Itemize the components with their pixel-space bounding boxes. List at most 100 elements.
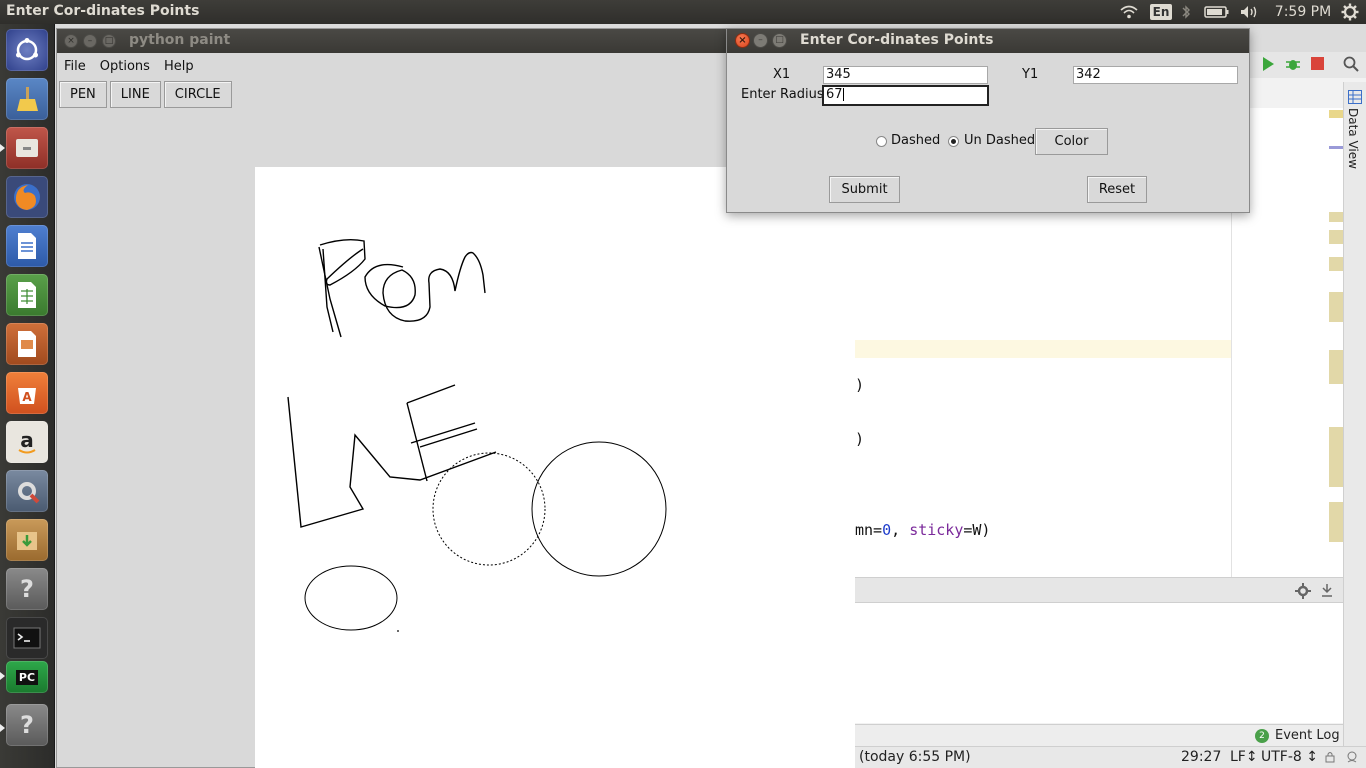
- radius-label: Enter Radius: [741, 87, 824, 102]
- line-tool-button[interactable]: LINE: [109, 81, 161, 108]
- radius-input[interactable]: 67: [822, 85, 989, 106]
- pen-tool-button[interactable]: PEN: [59, 81, 107, 108]
- error-stripe-mark[interactable]: [1329, 212, 1343, 222]
- terminal-icon[interactable]: [6, 617, 48, 659]
- firefox-icon[interactable]: [6, 176, 48, 218]
- error-stripe-mark[interactable]: [1329, 350, 1343, 384]
- error-stripe-mark[interactable]: [1329, 146, 1343, 149]
- submit-button[interactable]: Submit: [829, 176, 900, 203]
- reset-button[interactable]: Reset: [1087, 176, 1147, 203]
- error-stripe-mark[interactable]: [1329, 427, 1343, 487]
- code-fragment: ): [855, 430, 865, 448]
- pycharm-icon[interactable]: PC: [6, 661, 48, 693]
- line-stroke: [406, 384, 456, 404]
- wifi-icon[interactable]: [1118, 0, 1140, 24]
- software-center-icon[interactable]: A: [6, 372, 48, 414]
- close-window-icon[interactable]: ×: [64, 34, 78, 48]
- pen-stroke: [364, 251, 486, 322]
- error-stripe-mark[interactable]: [1329, 230, 1343, 244]
- error-stripe-mark[interactable]: [1329, 502, 1343, 542]
- minimize-window-icon[interactable]: –: [83, 34, 97, 48]
- dash-home-icon[interactable]: [6, 29, 48, 71]
- amazon-icon[interactable]: a: [6, 421, 48, 463]
- line-stroke: [406, 402, 428, 482]
- gear-icon[interactable]: [1295, 583, 1311, 599]
- dialog-titlebar: × – □ Enter Cor-dinates Points: [727, 29, 1249, 53]
- stop-icon[interactable]: [1311, 57, 1324, 70]
- svg-text:A: A: [22, 390, 32, 404]
- launcher: A a ? PC ?: [0, 24, 55, 768]
- pen-stroke: [318, 246, 342, 338]
- clock[interactable]: 7:59 PM: [1272, 0, 1334, 24]
- battery-icon[interactable]: [1202, 0, 1232, 24]
- svg-text:a: a: [20, 429, 34, 452]
- dialog-title: Enter Cor-dinates Points: [800, 32, 994, 48]
- close-dialog-icon[interactable]: ×: [735, 33, 750, 48]
- line-stroke: [287, 396, 497, 528]
- minimize-dialog-icon[interactable]: –: [753, 33, 768, 48]
- maximize-window-icon[interactable]: □: [102, 34, 116, 48]
- code-token: sticky: [909, 521, 964, 539]
- code-token: mn=: [855, 521, 883, 539]
- active-window-title: Enter Cor-dinates Points: [6, 3, 200, 19]
- volume-icon[interactable]: [1238, 0, 1262, 24]
- dot-mark: [397, 630, 399, 632]
- menu-help[interactable]: Help: [157, 59, 201, 74]
- writer-document-icon[interactable]: [6, 225, 48, 267]
- ide-status-bar: (today 6:55 PM) 29:27 LF↕ UTF-8 ↕: [855, 746, 1366, 768]
- code-token: ,: [891, 521, 910, 539]
- impress-presentation-icon[interactable]: [6, 323, 48, 365]
- text-cursor: [842, 88, 844, 101]
- error-stripe-mark[interactable]: [1329, 257, 1343, 271]
- dashed-circle: [432, 452, 546, 566]
- file-encoding[interactable]: UTF-8 ↕: [1261, 749, 1318, 765]
- y1-input[interactable]: 342: [1073, 66, 1238, 84]
- paint-window-title: python paint: [129, 32, 231, 48]
- error-stripe-mark[interactable]: [1329, 292, 1343, 322]
- lock-icon[interactable]: [1325, 751, 1335, 763]
- files-icon[interactable]: [6, 127, 48, 169]
- calc-spreadsheet-icon[interactable]: [6, 274, 48, 316]
- hide-panel-icon[interactable]: [1321, 583, 1333, 597]
- pen-stroke: [319, 238, 366, 286]
- x1-input[interactable]: 345: [823, 66, 988, 84]
- data-view-tab[interactable]: Data View: [1346, 108, 1360, 169]
- table-icon[interactable]: [1348, 90, 1362, 104]
- dashed-radio[interactable]: [876, 136, 887, 147]
- maximize-dialog-icon[interactable]: □: [772, 33, 787, 48]
- tool-bar: PEN LINE CIRCLE: [57, 81, 232, 109]
- help-question-icon[interactable]: ?: [6, 568, 48, 610]
- event-log-badge: 2: [1255, 729, 1269, 743]
- code-fragment: ): [855, 376, 865, 394]
- bluetooth-icon[interactable]: [1178, 0, 1194, 24]
- line-separator[interactable]: LF↕: [1230, 749, 1258, 765]
- running-indicator: [0, 724, 5, 732]
- cursor-position[interactable]: 29:27: [1181, 749, 1221, 765]
- dashed-label[interactable]: Dashed: [891, 133, 940, 148]
- system-settings-icon[interactable]: [6, 470, 48, 512]
- run-icon[interactable]: [1261, 56, 1275, 72]
- undashed-radio[interactable]: [948, 136, 959, 147]
- cleaner-broom-icon[interactable]: [6, 78, 48, 120]
- undashed-label[interactable]: Un Dashed: [964, 133, 1035, 148]
- help-question-icon[interactable]: ?: [6, 704, 48, 746]
- canvas-drawing: [287, 238, 667, 632]
- color-button[interactable]: Color: [1035, 128, 1108, 155]
- menu-options[interactable]: Options: [93, 59, 157, 74]
- debug-icon[interactable]: [1285, 56, 1301, 72]
- error-stripe-mark[interactable]: [1329, 110, 1343, 118]
- solid-circle: [531, 441, 667, 577]
- search-icon[interactable]: [1343, 56, 1359, 72]
- y1-label: Y1: [1022, 67, 1039, 82]
- archive-download-icon[interactable]: [6, 519, 48, 561]
- inspector-icon[interactable]: [1345, 750, 1359, 764]
- keyboard-layout-indicator[interactable]: En: [1149, 0, 1173, 24]
- menu-file[interactable]: File: [57, 59, 93, 74]
- circle-tool-button[interactable]: CIRCLE: [163, 81, 232, 108]
- code-token: =W): [963, 521, 991, 539]
- status-message: (today 6:55 PM): [859, 749, 971, 765]
- system-gear-icon[interactable]: [1338, 0, 1362, 24]
- coordinates-dialog: × – □ Enter Cor-dinates Points X1 345 Y1…: [726, 28, 1250, 213]
- drawing-canvas[interactable]: [255, 167, 855, 768]
- event-log-button[interactable]: Event Log: [1275, 728, 1340, 743]
